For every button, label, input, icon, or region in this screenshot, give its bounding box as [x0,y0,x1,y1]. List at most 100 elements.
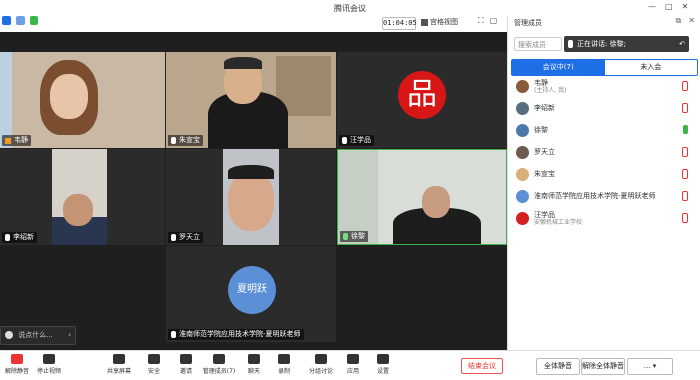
video-tile[interactable]: 罗天立 [166,149,336,245]
member-name: 韦静 [534,78,548,87]
avatar [516,123,529,137]
toolbar-label: 设置 [376,368,389,375]
video-tile[interactable]: 夏明跃 淮南师范学院应用技术学院-夏明跃老师 [166,246,336,342]
more-button[interactable]: ... ▾ [627,358,673,375]
member-row[interactable]: 韦静 (主持人, 我) [516,78,696,94]
video-tile[interactable]: 李绍新 [0,149,165,245]
shield-icon[interactable] [16,16,25,25]
toolbar-button-share-screen[interactable]: 共享屏幕 [106,353,132,379]
mic-muted-icon[interactable] [682,169,688,179]
grid-icon [421,19,428,26]
shield-icon [148,354,160,364]
apps-icon [347,354,359,364]
fullscreen-icon[interactable]: ⛶ [478,16,484,26]
tab-in-meeting[interactable]: 会议中(7) [512,60,605,75]
signal-icon[interactable] [30,16,38,25]
mic-muted-icon [11,354,23,364]
status-icons [2,16,38,25]
member-row[interactable]: 朱宣宝 [516,166,696,182]
video-tile[interactable]: 韦静 [0,52,165,148]
chevron-down-icon: ▾ [652,362,657,370]
avatar [516,79,529,93]
mic-icon [342,137,347,144]
avatar [516,101,529,115]
toolbar-button-mic-muted[interactable]: 解除静音 [4,353,30,379]
mic-active-icon[interactable] [683,125,688,134]
member-name: 罗天立 [534,148,555,156]
member-name: 汪学品 [534,210,555,219]
mic-muted-icon[interactable] [682,103,688,113]
end-meeting-button[interactable]: 结束会议 [461,358,503,374]
participant-name: 淮南师范学院应用技术学院-夏明跃老师 [168,329,304,340]
toolbar-label: 录制 [277,368,290,375]
member-row[interactable]: 淮南师范学院应用技术学院-夏明跃老师 [516,188,696,204]
maximize-icon[interactable]: □ [665,2,673,11]
member-name: 李绍新 [534,104,555,112]
title-tools: ⛶ ▢ [478,16,497,26]
mic-muted-icon[interactable] [682,191,688,201]
share-screen-icon [113,354,125,364]
members-panel: 管理成员 ⧉ ✕ 搜索成员 正在讲话: 徐黎; ↶ 会议中(7) 未入会 韦静(… [507,16,700,350]
mic-icon [171,137,176,144]
mic-icon [5,234,10,241]
member-row[interactable]: 徐黎 [516,122,696,138]
member-search-input[interactable]: 搜索成员 [514,37,562,51]
mic-active-icon [343,233,348,240]
member-name: 朱宣宝 [534,170,555,178]
mic-muted-icon[interactable] [682,81,688,91]
popout-icon[interactable]: ⧉ [676,16,682,26]
toolbar-button-members[interactable]: 管理成员(7) [203,353,235,379]
undo-icon[interactable]: ↶ [679,36,685,52]
chevron-left-icon[interactable]: ‹ [68,327,71,344]
mic-muted-icon[interactable] [682,213,688,223]
member-name: 徐黎 [534,126,548,134]
emoji-icon[interactable] [5,331,13,339]
breakout-icon [315,354,327,364]
info-icon[interactable] [2,16,11,25]
toolbar-button-chat[interactable]: 聊天 [241,353,267,379]
speaking-indicator: 正在讲话: 徐黎; ↶ [564,36,689,52]
toolbar-button-invite[interactable]: 邀请 [173,353,199,379]
panel-title: 管理成员 [514,19,542,27]
video-stage: 韦静 朱宣宝 品 汪学品 李绍新 罗天立 徐黎 夏明跃 淮南师范学院应用技术学院… [0,32,507,350]
member-row[interactable]: 汪学品 安徽机械工业学校 [516,210,696,226]
avatar [516,145,529,159]
toolbar-button-breakout[interactable]: 分组讨论 [308,353,334,379]
chat-input[interactable]: 说点什么... ‹ [0,326,76,345]
toolbar-label: 管理成员(7) [202,368,236,375]
mic-muted-icon[interactable] [682,147,688,157]
participant-name: 罗天立 [168,232,203,243]
participant-avatar: 夏明跃 [228,266,276,314]
record-icon [278,354,290,364]
invite-icon [180,354,192,364]
mic-icon [568,40,573,48]
close-icon[interactable]: ✕ [688,16,695,26]
toolbar-button-settings[interactable]: 设置 [370,353,396,379]
host-icon [5,137,11,144]
mute-all-button[interactable]: 全体静音 [536,358,580,375]
member-row[interactable]: 罗天立 [516,144,696,160]
member-row[interactable]: 李绍新 [516,100,696,116]
unmute-all-button[interactable]: 解除全体静音 [581,358,625,375]
toolbar-button-apps[interactable]: 应用 [340,353,366,379]
video-tile[interactable]: 朱宣宝 [166,52,336,148]
participant-name: 徐黎 [340,231,368,242]
close-icon[interactable]: ✕ [682,2,689,11]
video-tile-active[interactable]: 徐黎 [337,149,507,245]
mic-icon [171,331,176,338]
member-subtitle: 安徽机械工业学校 [534,218,583,226]
chat-icon [248,354,260,364]
video-tile[interactable]: 品 汪学品 [337,52,507,148]
layout-icon[interactable]: ▢ [490,16,498,26]
camera-icon [43,354,55,364]
toolbar-button-camera[interactable]: 停止视频 [36,353,62,379]
toolbar-button-record[interactable]: 录制 [271,353,297,379]
participant-name: 韦静 [2,135,31,146]
toolbar-button-shield[interactable]: 安全 [141,353,167,379]
view-switch-button[interactable]: 宫格视图 [421,17,458,28]
avatar [516,211,529,225]
member-name: 淮南师范学院应用技术学院-夏明跃老师 [534,192,656,200]
minimize-icon[interactable]: — [648,2,656,11]
tab-not-joined[interactable]: 未入会 [605,60,698,75]
participant-logo: 品 [398,71,446,119]
